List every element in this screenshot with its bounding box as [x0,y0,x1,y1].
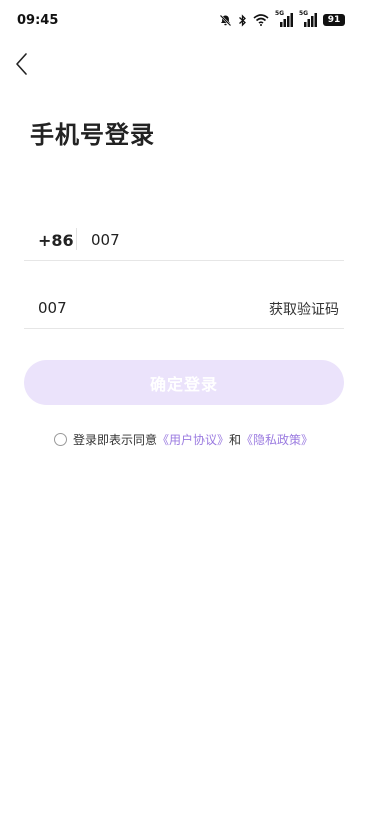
chevron-left-icon [10,53,34,82]
back-button[interactable] [10,50,34,78]
agreement-and: 和 [229,432,242,447]
battery-icon: 91 [323,14,345,26]
bluetooth-icon [238,13,247,27]
country-code-selector[interactable]: +86 [38,231,74,250]
phone-input[interactable]: 007 [91,231,120,249]
status-time: 09:45 [17,13,59,28]
page-title: 手机号登录 [30,121,155,149]
divider [76,228,77,250]
status-bar: 09:45 5G 5G 91 [0,0,367,40]
agreement-checkbox[interactable] [54,432,67,446]
signal-5g-2-icon: 5G [299,10,317,27]
wifi-icon [253,14,269,26]
verification-code-field[interactable]: 007 获取验证码 [24,288,344,329]
user-agreement-link[interactable]: 《用户协议》 [157,431,229,448]
mute-bell-icon [219,14,232,27]
agreement-prefix: 登录即表示同意 [73,432,158,447]
privacy-policy-link[interactable]: 《隐私政策》 [241,431,313,448]
phone-field[interactable]: +86 007 [24,220,344,261]
status-icons: 5G 5G 91 [219,10,345,27]
signal-5g-1-icon: 5G [275,10,293,27]
agreement-row: 登录即表示同意 《用户协议》 和 《隐私政策》 [54,430,313,448]
confirm-login-button[interactable]: 确定登录 [24,360,344,405]
get-code-button[interactable]: 获取验证码 [269,299,339,319]
verification-code-input[interactable]: 007 [38,299,67,317]
